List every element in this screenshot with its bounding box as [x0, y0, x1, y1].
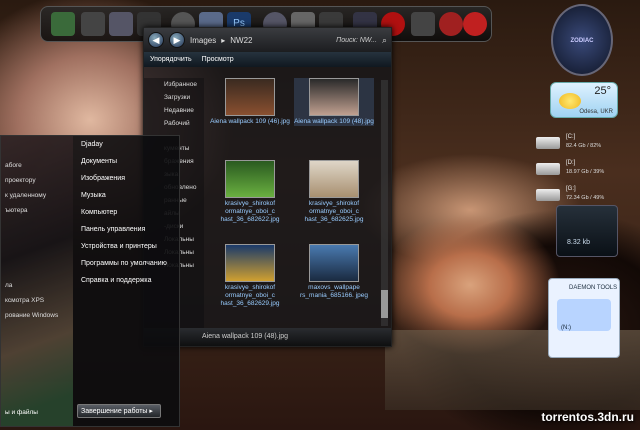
drive-icon: [536, 137, 560, 149]
power-icon[interactable]: [463, 12, 487, 36]
start-places-pane: Djaday Документы Изображения Музыка Комп…: [77, 136, 177, 289]
start-programs-pane: абоге проектору к удаленному ъютера ла к…: [1, 136, 73, 426]
clock-brand: ZODIAC: [570, 38, 594, 44]
breadcrumb-separator: ▸: [221, 35, 226, 45]
program-item[interactable]: ла: [1, 278, 73, 293]
program-item[interactable]: ксмотра XPS: [1, 293, 73, 308]
shutdown-button[interactable]: Завершение работы ▸: [77, 404, 161, 418]
place-documents[interactable]: Документы: [77, 153, 177, 170]
forward-button[interactable]: ▶: [169, 32, 185, 48]
program-item[interactable]: ъютера: [1, 203, 73, 218]
start-menu: абоге проектору к удаленному ъютера ла к…: [0, 135, 180, 427]
file-item[interactable]: maxovs_wallpape rs_mania_685166. jpeg: [294, 244, 374, 300]
program-item[interactable]: абоге: [1, 158, 73, 173]
file-name: maxovs_wallpape rs_mania_685166. jpeg: [300, 284, 368, 299]
shutdown-label: Завершение работы: [81, 408, 148, 415]
place-music[interactable]: Музыка: [77, 187, 177, 204]
start-search-input[interactable]: ы и файлы: [5, 409, 38, 416]
file-name: krasivye_shirokof ormatnye_oboi_c hast_3…: [220, 284, 280, 307]
drive-icon: [536, 163, 560, 175]
drive-label: [G:]: [566, 186, 576, 192]
explorer-toolbar: Упорядочить Просмотр: [144, 52, 391, 67]
phone-icon[interactable]: [81, 12, 105, 36]
file-name: krasivye_shirokof ormatnye_oboi_c hast_3…: [220, 200, 280, 223]
puzzle-icon[interactable]: [411, 12, 435, 36]
organize-button[interactable]: Упорядочить: [150, 56, 192, 63]
explorer-titlebar: ◀ ▶ Images ▸ NW22 Поиск: NW... ⌕: [144, 28, 391, 52]
program-item[interactable]: рование Windows: [1, 308, 73, 323]
place-help[interactable]: Справка и поддержка: [77, 272, 177, 289]
file-thumbnail: [225, 78, 275, 116]
file-thumbnail: [225, 244, 275, 282]
file-item[interactable]: krasivye_shirokof ormatnye_oboi_c hast_3…: [210, 160, 290, 224]
file-thumbnail: [309, 78, 359, 116]
vertical-scrollbar[interactable]: [381, 80, 388, 326]
back-button[interactable]: ◀: [148, 32, 164, 48]
place-default-programs[interactable]: Программы по умолчанию: [77, 255, 177, 272]
file-item[interactable]: Aiena wallpack 109 (46).jpg: [210, 78, 290, 126]
breadcrumb-images[interactable]: Images: [190, 36, 216, 45]
site-watermark: torrentos.3dn.ru: [541, 410, 634, 424]
zodiac-clock-gadget[interactable]: ZODIAC: [551, 4, 613, 76]
search-input[interactable]: Поиск: NW...: [336, 37, 377, 44]
file-thumbnail: [309, 160, 359, 198]
drive-label: [D:]: [566, 160, 576, 166]
drive-icon: [536, 189, 560, 201]
file-item[interactable]: krasivye_shirokof ormatnye_oboi_c hast_3…: [210, 244, 290, 308]
meter-value: 8.32 kb: [567, 239, 590, 246]
nav-item[interactable]: Недавние: [144, 104, 204, 117]
place-pictures[interactable]: Изображения: [77, 170, 177, 187]
explorer-window: ◀ ▶ Images ▸ NW22 Поиск: NW... ⌕ Упорядо…: [143, 27, 392, 347]
sun-icon: [559, 93, 581, 109]
program-item[interactable]: проектору: [1, 173, 73, 188]
nav-item[interactable]: Загрузки: [144, 91, 204, 104]
drive-info: 72.34 Gb / 49%: [566, 195, 605, 201]
place-user[interactable]: Djaday: [77, 136, 177, 153]
nav-item[interactable]: Избранное: [144, 78, 204, 91]
place-computer[interactable]: Компьютер: [77, 204, 177, 221]
boxing-icon[interactable]: [439, 12, 463, 36]
status-bar: Aiena wallpack 109 (48).jpg: [144, 328, 391, 346]
view-button[interactable]: Просмотр: [202, 56, 234, 63]
drive-gadget-g[interactable]: [G:] 72.34 Gb / 49%: [536, 186, 616, 204]
monitor-icon[interactable]: [51, 12, 75, 36]
weather-temp: 25°: [594, 85, 611, 97]
weather-gadget[interactable]: 25° Odesa, UKR: [550, 82, 618, 118]
file-item-selected[interactable]: Aiena wallpack 109 (48).jpg: [294, 78, 374, 126]
weather-city: Odesa, UKR: [579, 109, 613, 115]
nav-item[interactable]: Рабочий: [144, 117, 204, 130]
file-thumbnail: [309, 244, 359, 282]
virtual-drive-letter: (N:): [561, 325, 571, 331]
drive-gadget-d[interactable]: [D:] 18.97 Gb / 39%: [536, 160, 616, 178]
drive-info: 82.4 Gb / 82%: [566, 143, 602, 149]
file-name: krasivye_shirokof ormatnye_oboi_c hast_3…: [304, 200, 364, 223]
search-icon[interactable]: ⌕: [382, 35, 387, 46]
file-thumbnail: [225, 160, 275, 198]
network-meter-gadget[interactable]: 8.32 kb: [556, 205, 618, 257]
place-devices[interactable]: Устройства и принтеры: [77, 238, 177, 255]
drive-info: 18.97 Gb / 39%: [566, 169, 605, 175]
file-grid: Aiena wallpack 109 (46).jpg Aiena wallpa…: [210, 78, 380, 328]
program-item[interactable]: к удаленному: [1, 188, 73, 203]
chevron-right-icon: ▸: [149, 408, 153, 415]
drive-label: [C:]: [566, 134, 576, 140]
scrollbar-thumb[interactable]: [381, 290, 388, 318]
network-icon[interactable]: [109, 12, 133, 36]
breadcrumb-nw22[interactable]: NW22: [230, 36, 252, 45]
drive-gadget-c[interactable]: [C:] 82.4 Gb / 82%: [536, 134, 616, 152]
file-item[interactable]: krasivye_shirokof ormatnye_oboi_c hast_3…: [294, 160, 374, 224]
place-control-panel[interactable]: Панель управления: [77, 221, 177, 238]
daemon-tools-gadget[interactable]: DAEMON TOOLS (N:): [548, 278, 620, 358]
file-name: Aiena wallpack 109 (48).jpg: [294, 118, 374, 125]
file-name: Aiena wallpack 109 (46).jpg: [210, 118, 290, 125]
daemon-brand: DAEMON TOOLS: [569, 285, 618, 291]
